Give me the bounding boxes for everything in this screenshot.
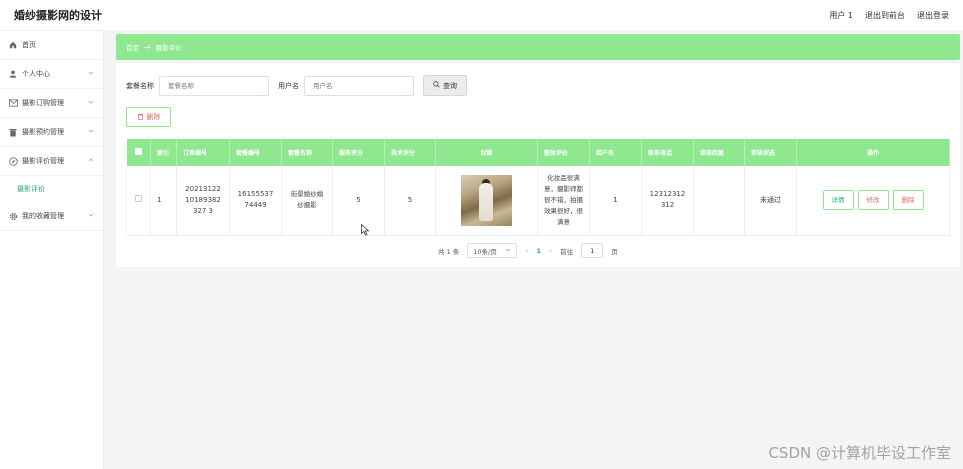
sidebar-item-appointments[interactable]: 摄影预约管理: [0, 118, 103, 147]
search-row: 套餐名称 用户名 查询: [126, 75, 467, 96]
cell-operations: 详情 修改 删除: [796, 166, 950, 236]
username-label: 用户名: [278, 81, 299, 90]
sidebar: 首页 个人中心 摄影订购管理 摄影预约管理 摄影评价管理 摄影评价 我的收藏管理: [0, 31, 104, 469]
content-panel: 套餐名称 用户名 查询 删除 索引 订单编号 套餐编号 套餐名称 服: [116, 63, 960, 267]
total-count: 共 1 条: [438, 247, 460, 256]
cover-image[interactable]: [461, 174, 512, 226]
logout-link[interactable]: 退出登录: [917, 10, 949, 21]
watermark: CSDN @计算机毕设工作室: [768, 444, 951, 462]
sidebar-item-label: 个人中心: [22, 70, 50, 78]
select-all-checkbox[interactable]: [126, 139, 151, 166]
column-header: 索引: [150, 139, 177, 166]
chevron-down-icon: [88, 212, 94, 220]
batch-delete-button[interactable]: 删除: [126, 107, 171, 127]
trash-icon: [137, 113, 144, 122]
top-header: 婚纱摄影网的设计 用户 1 退出到前台 退出登录: [0, 0, 963, 31]
search-icon: [433, 81, 440, 90]
page-number-current[interactable]: 1: [536, 247, 541, 255]
column-header: 封面: [435, 139, 538, 166]
column-header: 套餐编号: [229, 139, 282, 166]
mouse-cursor-icon: [361, 223, 370, 238]
sidebar-item-label: 首页: [22, 41, 36, 49]
batch-delete-label: 删除: [146, 113, 161, 121]
trash-icon: [8, 127, 18, 137]
cell-phone: 12312312312: [641, 166, 694, 236]
cell-username: 1: [589, 166, 642, 236]
cell-package-no: 1615553774449: [229, 166, 282, 236]
sidebar-item-label: 我的收藏管理: [22, 212, 64, 220]
sidebar-item-favorites[interactable]: 我的收藏管理: [0, 202, 103, 231]
breadcrumb-current: 摄影评价: [155, 44, 182, 52]
sidebar-item-label: 摄影订购管理: [22, 99, 64, 107]
page-size-value: 10条/页: [473, 247, 497, 256]
cell-package-name: 街景婚纱婚纱摄影: [281, 166, 333, 236]
chevron-up-icon: [88, 157, 94, 165]
query-button-label: 查询: [443, 81, 457, 90]
package-name-input[interactable]: [159, 75, 269, 96]
detail-button[interactable]: 详情: [822, 190, 854, 211]
package-name-label: 套餐名称: [126, 81, 154, 90]
goto-label: 前往: [560, 247, 574, 256]
home-icon: [8, 40, 18, 50]
prev-page-icon[interactable]: ‹: [525, 246, 528, 255]
cell-status: 未通过: [744, 166, 797, 236]
sidebar-item-label: 摄影预约管理: [22, 128, 64, 136]
site-title: 婚纱摄影网的设计: [14, 9, 102, 22]
table-header-row: 索引 订单编号 套餐编号 套餐名称 服务评分 技术评分 封面 整体评价 用户名 …: [126, 139, 950, 166]
query-button[interactable]: 查询: [423, 75, 467, 96]
breadcrumb: 首页 → 摄影评价: [116, 34, 960, 60]
chevron-down-icon: [88, 128, 94, 136]
edit-button[interactable]: 修改: [857, 190, 889, 211]
page-size-select[interactable]: 10条/页: [467, 243, 518, 258]
cell-tech-score: 5: [384, 166, 436, 236]
column-header: 操作: [796, 139, 950, 166]
gear-icon: [8, 211, 18, 221]
column-header: 整体评价: [537, 139, 590, 166]
review-table: 索引 订单编号 套餐编号 套餐名称 服务评分 技术评分 封面 整体评价 用户名 …: [126, 139, 950, 236]
column-header: 联系电话: [641, 139, 694, 166]
cell-index: 1: [150, 166, 177, 236]
table-row: 1 2021312210189382327 3 1615553774449 街景…: [126, 166, 950, 236]
sidebar-subitem-review[interactable]: 摄影评价: [0, 176, 103, 202]
back-to-front-link[interactable]: 退出到前台: [865, 10, 905, 21]
goto-page-input[interactable]: [581, 243, 604, 258]
column-header: 套餐名称: [281, 139, 333, 166]
breadcrumb-home[interactable]: 首页: [126, 42, 139, 52]
sidebar-item-reviews[interactable]: 摄影评价管理: [0, 147, 103, 176]
sidebar-item-label: 摄影评价管理: [22, 157, 64, 165]
cell-service-score: 5: [332, 166, 385, 236]
column-header: 审核状态: [744, 139, 797, 166]
delete-button[interactable]: 删除: [892, 190, 924, 211]
column-header: 审核回复: [693, 139, 745, 166]
sidebar-item-home[interactable]: 首页: [0, 31, 103, 60]
column-header: 服务评分: [332, 139, 385, 166]
goto-suffix: 页: [611, 247, 618, 256]
username-input[interactable]: [304, 75, 414, 96]
chevron-down-icon: [88, 99, 94, 107]
sidebar-item-orders[interactable]: 摄影订购管理: [0, 89, 103, 118]
column-header: 技术评分: [384, 139, 436, 166]
column-header: 用户名: [589, 139, 642, 166]
row-checkbox[interactable]: [126, 166, 151, 236]
chevron-down-icon: [505, 247, 511, 255]
pagination: 共 1 条 10条/页 ‹ 1 › 前往 页: [438, 243, 618, 258]
cell-order-no: 2021312210189382327 3: [176, 166, 230, 236]
next-page-icon[interactable]: ›: [549, 246, 552, 255]
cell-reply: [693, 166, 745, 236]
cell-cover: [435, 166, 538, 236]
sidebar-item-profile[interactable]: 个人中心: [0, 60, 103, 89]
header-actions: 用户 1 退出到前台 退出登录: [829, 10, 949, 21]
chevron-down-icon: [88, 70, 94, 78]
cell-review: 化妆品很满意，摄影师都很不错，拍摄效果很好，很满意: [537, 166, 590, 236]
column-header: 订单编号: [176, 139, 230, 166]
mail-icon: [8, 98, 18, 108]
compass-icon: [8, 156, 18, 166]
current-user[interactable]: 用户 1: [829, 10, 853, 21]
user-icon: [8, 69, 18, 79]
arrow-right-icon: →: [144, 42, 151, 52]
